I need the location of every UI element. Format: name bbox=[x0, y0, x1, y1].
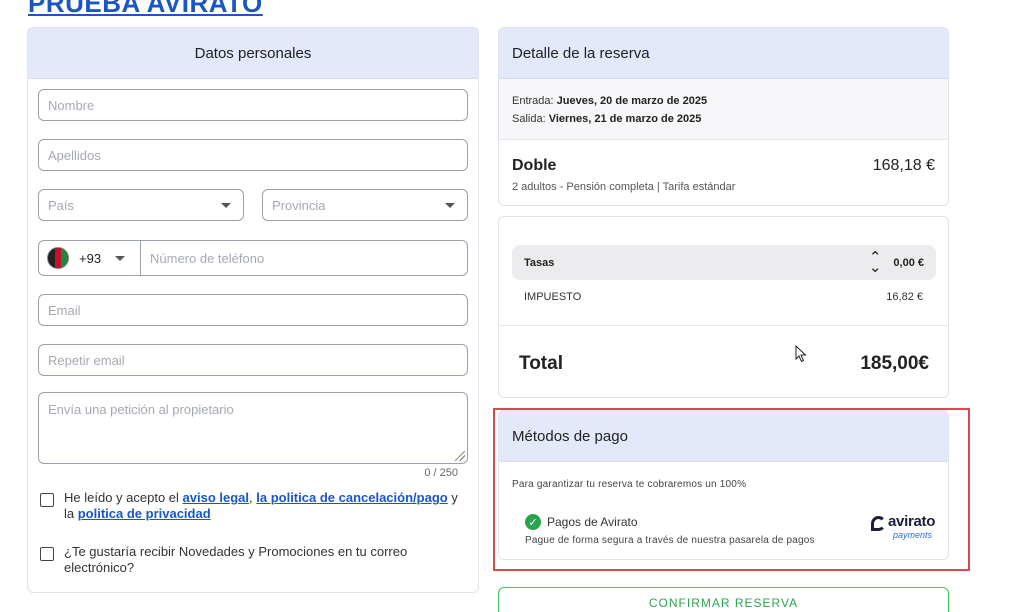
phone-placeholder: Número de teléfono bbox=[150, 250, 265, 266]
resize-grip-icon[interactable] bbox=[455, 451, 465, 461]
booking-detail-card: Detalle de la reserva Entrada: Jueves, 2… bbox=[498, 27, 949, 206]
email-input[interactable]: Email bbox=[38, 294, 468, 326]
checkout-value: Viernes, 21 de marzo de 2025 bbox=[548, 113, 702, 125]
legal-notice-link[interactable]: aviso legal bbox=[183, 490, 249, 505]
checkout-line: Salida: Viernes, 21 de marzo de 2025 bbox=[512, 110, 935, 128]
room-name: Doble bbox=[512, 157, 557, 174]
taxes-value: 0,00 € bbox=[893, 256, 924, 269]
owner-request-textarea[interactable]: Envía una petición al propietario bbox=[38, 392, 468, 464]
phone-prefix-select[interactable]: +93 bbox=[39, 241, 141, 275]
char-counter: 0 / 250 bbox=[424, 467, 458, 479]
phone-number-input[interactable]: Número de teléfono bbox=[141, 251, 264, 266]
newsletter-checkbox[interactable] bbox=[40, 547, 54, 561]
province-placeholder: Provincia bbox=[272, 197, 326, 213]
checkin-line: Entrada: Jueves, 20 de marzo de 2025 bbox=[512, 92, 935, 110]
total-label: Total bbox=[519, 353, 563, 374]
name-input[interactable]: Nombre bbox=[38, 89, 468, 121]
tax-line: IMPUESTO 16,82 € bbox=[524, 291, 923, 303]
checkin-value: Jueves, 20 de marzo de 2025 bbox=[556, 95, 708, 107]
country-select[interactable]: País bbox=[38, 189, 244, 221]
expand-collapse-icon[interactable]: ⌃ ⌄ bbox=[869, 250, 882, 275]
personal-data-header: Datos personales bbox=[28, 28, 478, 79]
phone-field: +93 Número de teléfono bbox=[38, 240, 468, 276]
chevron-down-icon bbox=[115, 255, 126, 261]
repeat-email-input[interactable]: Repetir email bbox=[38, 344, 468, 376]
divider bbox=[499, 325, 948, 326]
personal-data-card: Datos personales Nombre Apellidos País P… bbox=[27, 27, 479, 593]
checkout-label: Salida: bbox=[512, 113, 549, 125]
chevron-down-icon bbox=[445, 202, 455, 208]
price-summary-card: Tasas ⌃ ⌄ 0,00 € IMPUESTO 16,82 € Total 1… bbox=[498, 216, 949, 398]
country-placeholder: País bbox=[48, 197, 75, 213]
tax-line-value: 16,82 € bbox=[886, 291, 923, 303]
surname-input[interactable]: Apellidos bbox=[38, 139, 468, 171]
tax-line-label: IMPUESTO bbox=[524, 291, 582, 303]
checkin-label: Entrada: bbox=[512, 95, 557, 107]
room-summary: Doble 168,18 € 2 adultos - Pensión compl… bbox=[499, 140, 948, 205]
legal-consent-checkbox[interactable] bbox=[40, 493, 54, 507]
mouse-cursor-icon bbox=[795, 345, 807, 363]
surname-placeholder: Apellidos bbox=[48, 147, 101, 163]
taxes-label: Tasas bbox=[524, 256, 555, 269]
newsletter-row: ¿Te gustaría recibir Novedades y Promoci… bbox=[40, 544, 420, 576]
phone-prefix-value: +93 bbox=[79, 250, 102, 266]
afghanistan-flag-icon bbox=[47, 247, 69, 269]
page-title[interactable]: PRUEBA AVIRATO bbox=[28, 0, 263, 19]
total-value: 185,00€ bbox=[860, 353, 929, 374]
privacy-policy-link[interactable]: politica de privacidad bbox=[78, 506, 211, 521]
cancellation-policy-link[interactable]: la politica de cancelación/pago bbox=[256, 490, 447, 505]
legal-consent-text: He leído y acepto el aviso legal, la pol… bbox=[64, 490, 460, 522]
room-price: 168,18 € bbox=[872, 157, 935, 174]
room-description: 2 adultos - Pensión completa | Tarifa es… bbox=[512, 181, 736, 193]
request-placeholder: Envía una petición al propietario bbox=[48, 402, 234, 417]
confirm-booking-button[interactable]: CONFIRMAR RESERVA bbox=[498, 587, 949, 612]
legal-consent-row: He leído y acepto el aviso legal, la pol… bbox=[40, 490, 460, 522]
legal-text-start: He leído y acepto el bbox=[64, 490, 183, 505]
chevron-down-icon bbox=[221, 202, 231, 208]
booking-dates: Entrada: Jueves, 20 de marzo de 2025 Sal… bbox=[499, 79, 948, 140]
payment-highlight-box bbox=[493, 408, 970, 571]
newsletter-text: ¿Te gustaría recibir Novedades y Promoci… bbox=[64, 544, 408, 575]
repeat-email-placeholder: Repetir email bbox=[48, 352, 125, 368]
taxes-accordion[interactable]: Tasas ⌃ ⌄ 0,00 € bbox=[512, 245, 936, 280]
name-placeholder: Nombre bbox=[48, 97, 95, 113]
email-placeholder: Email bbox=[48, 302, 81, 318]
province-select[interactable]: Provincia bbox=[262, 189, 468, 221]
booking-detail-header: Detalle de la reserva bbox=[499, 28, 948, 79]
